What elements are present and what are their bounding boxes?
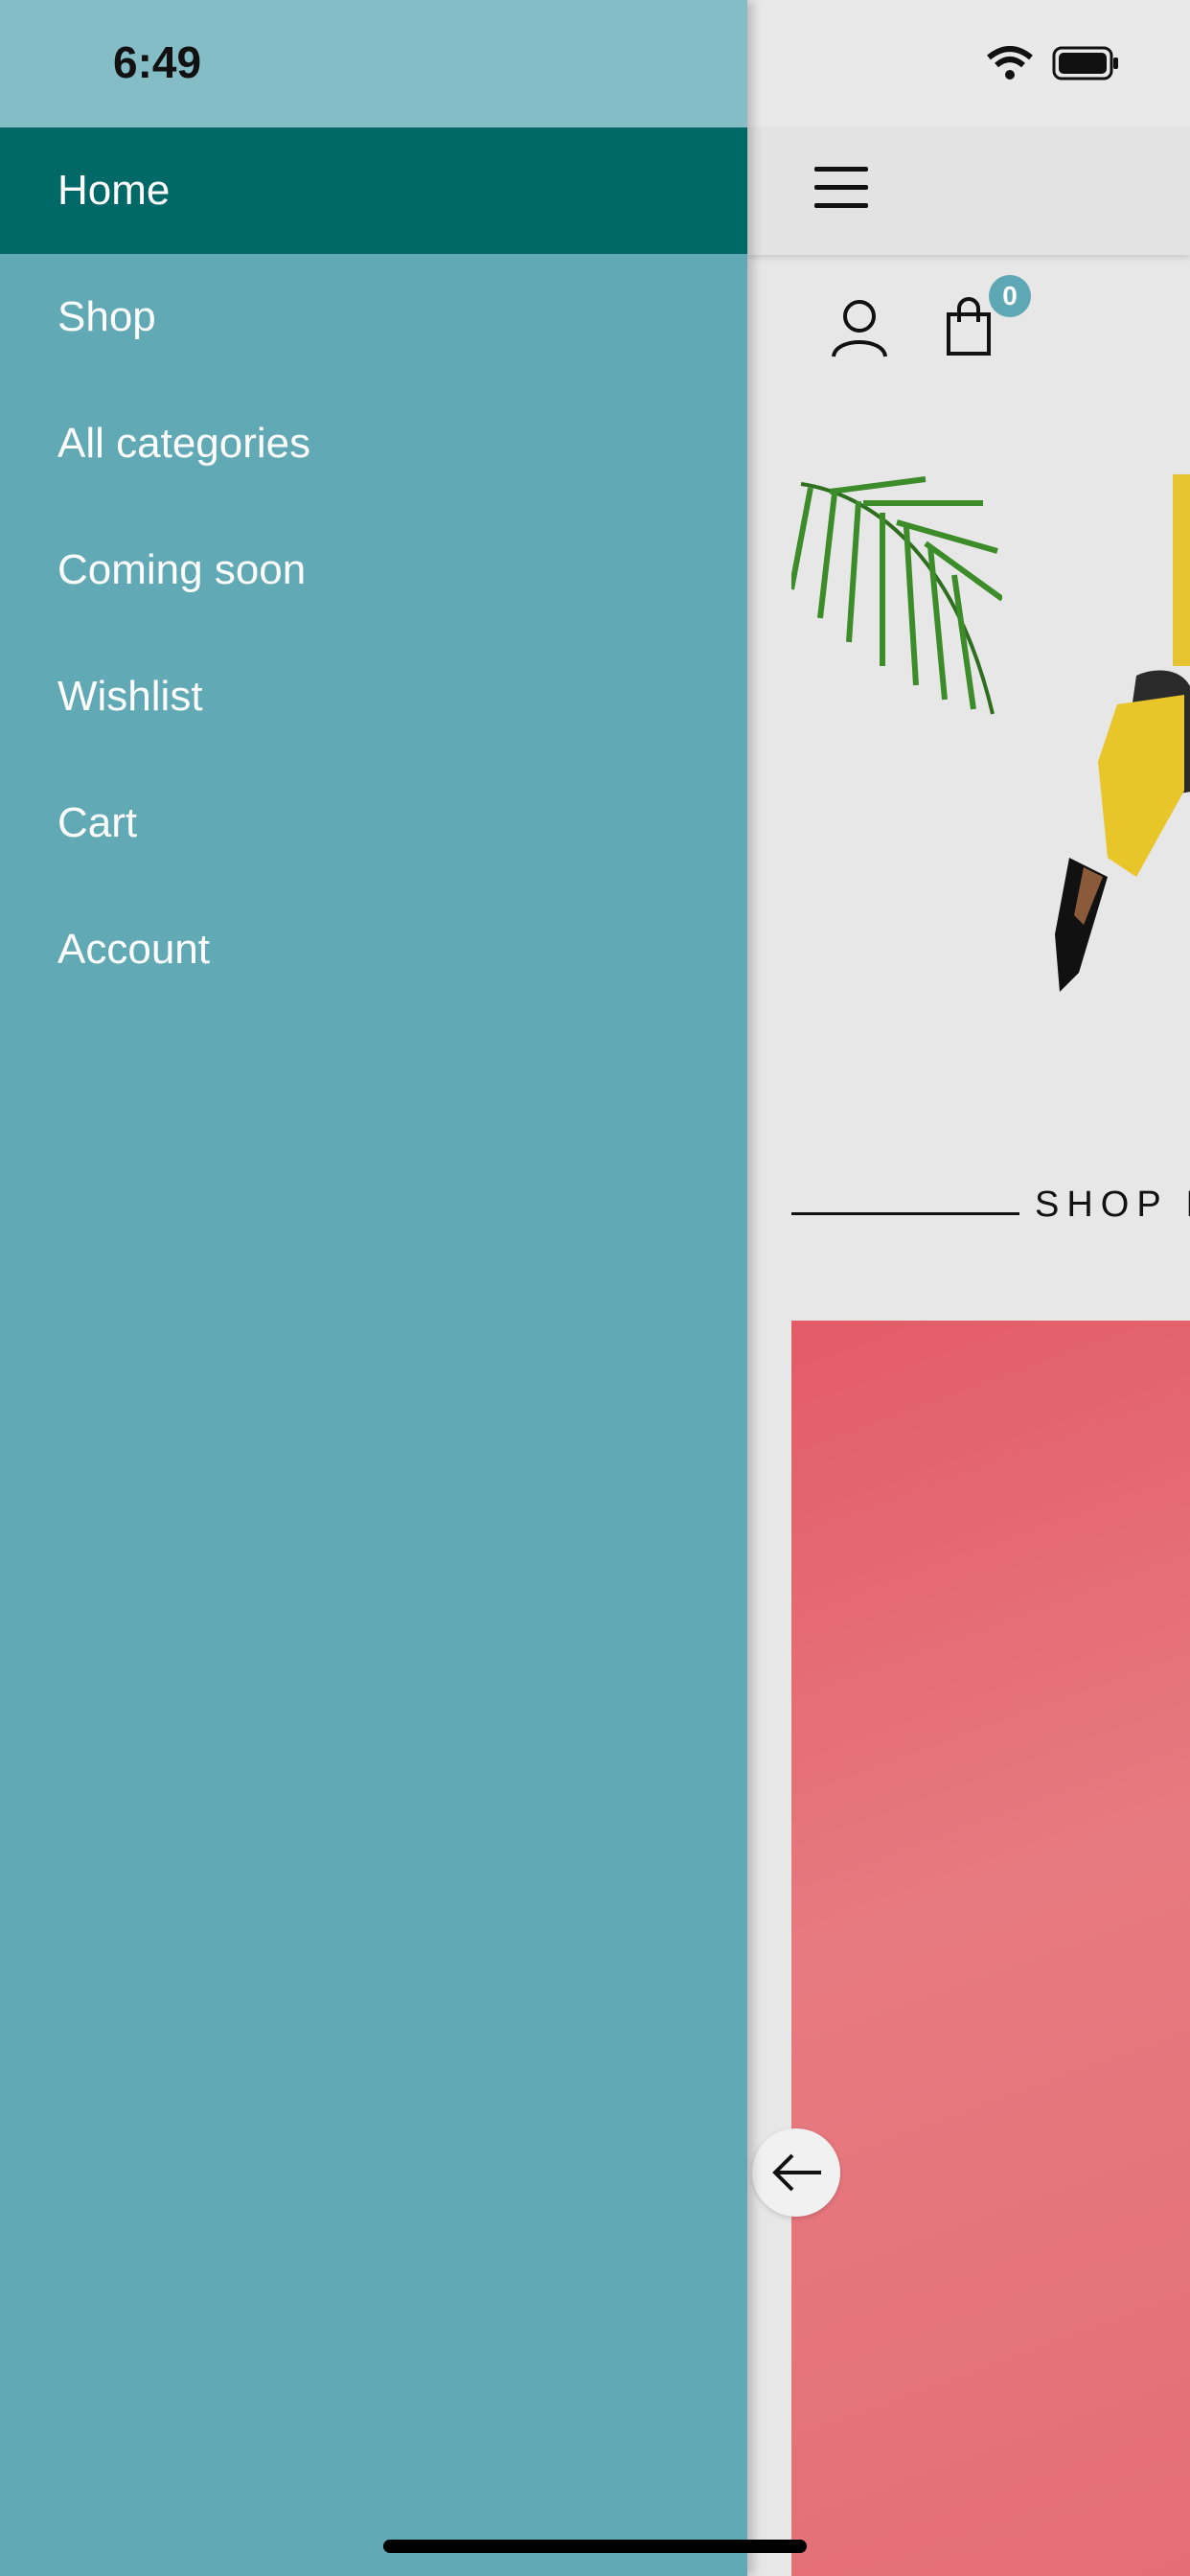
palm-leaf-image xyxy=(791,476,1002,715)
home-indicator[interactable] xyxy=(383,2540,807,2553)
back-button[interactable] xyxy=(752,2128,840,2217)
wifi-icon xyxy=(987,46,1033,80)
hamburger-icon[interactable] xyxy=(814,167,868,209)
user-icon[interactable] xyxy=(831,299,888,358)
drawer-item-all-categories[interactable]: All categories xyxy=(0,380,747,507)
navigation-drawer: 6:49 Home Shop All categories Coming soo… xyxy=(0,0,747,2576)
section-divider-line xyxy=(791,1212,1019,1215)
status-bar: 6:49 xyxy=(0,0,747,127)
battery-icon xyxy=(1052,46,1118,80)
drawer-menu: Home Shop All categories Coming soon Wis… xyxy=(0,127,747,1013)
drawer-item-home[interactable]: Home xyxy=(0,127,747,254)
status-time: 6:49 xyxy=(113,37,202,87)
page-status-bar xyxy=(747,0,1190,127)
shopping-bag-icon[interactable] xyxy=(946,297,992,356)
hero-banner[interactable] xyxy=(791,474,1190,1011)
drawer-item-cart[interactable]: Cart xyxy=(0,760,747,886)
section-heading: SHOP B xyxy=(1035,1184,1190,1225)
drawer-item-wishlist[interactable]: Wishlist xyxy=(0,633,747,760)
fashion-legs-image xyxy=(1055,474,1190,992)
promo-banner[interactable] xyxy=(791,1321,1190,2576)
drawer-item-shop[interactable]: Shop xyxy=(0,254,747,380)
drawer-item-account[interactable]: Account xyxy=(0,886,747,1013)
cart-count-badge: 0 xyxy=(989,275,1031,317)
arrow-left-icon xyxy=(772,2153,821,2192)
drawer-item-coming-soon[interactable]: Coming soon xyxy=(0,507,747,633)
